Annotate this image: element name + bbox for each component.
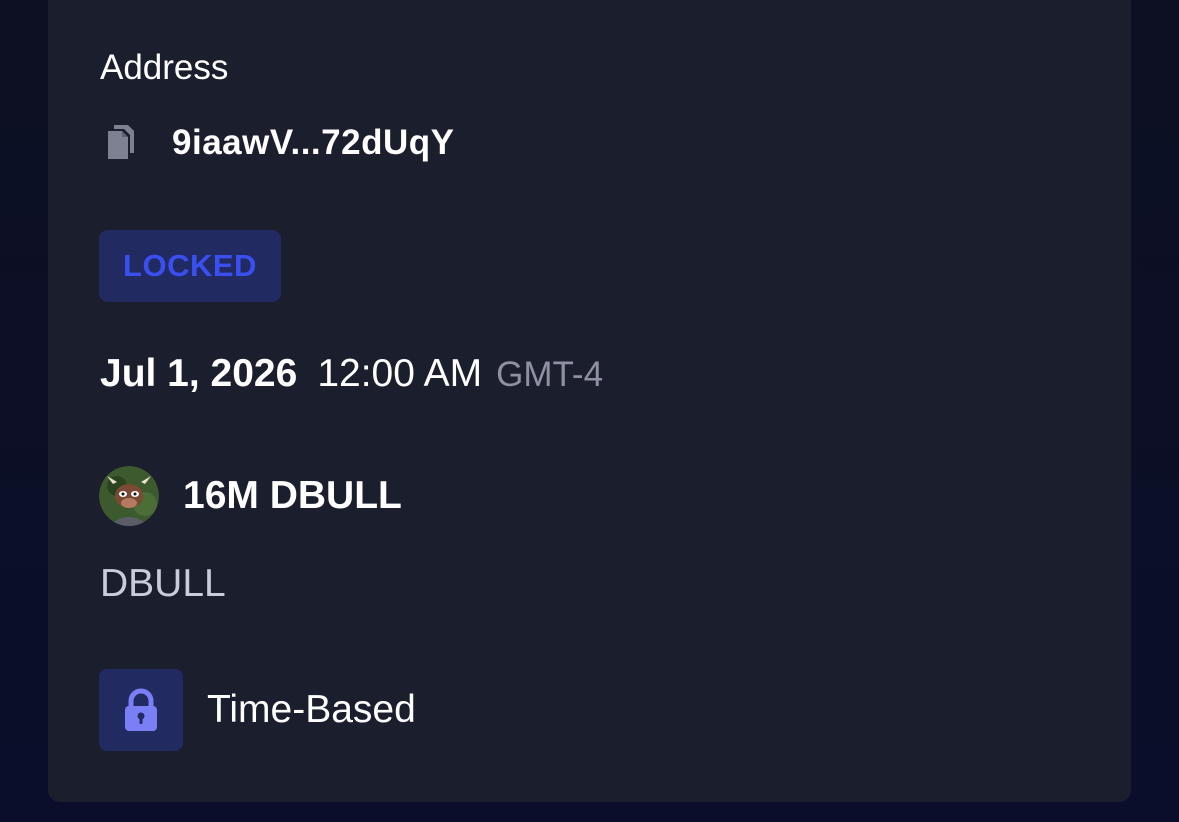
lock-type-row: Time-Based — [99, 669, 416, 751]
token-symbol: DBULL — [100, 562, 226, 605]
address-row: 9iaawV...72dUqY — [100, 120, 454, 166]
address-label: Address — [100, 48, 229, 87]
unlock-date: Jul 1, 2026 — [100, 352, 298, 395]
status-badge-label: LOCKED — [123, 248, 257, 283]
token-amount: 16M DBULL — [183, 474, 402, 517]
address-value[interactable]: 9iaawV...72dUqY — [172, 123, 454, 163]
bull-avatar-icon — [99, 466, 159, 526]
token-row: 16M DBULL — [99, 466, 402, 526]
unlock-time: 12:00 AM — [317, 352, 483, 395]
lock-icon — [99, 669, 183, 751]
unlock-datetime: Jul 1, 2026 12:00 AM GMT-4 — [100, 352, 603, 408]
status-badge: LOCKED — [99, 230, 281, 302]
copy-icon[interactable] — [100, 121, 140, 165]
lock-type-label: Time-Based — [207, 688, 416, 731]
unlock-timezone: GMT-4 — [496, 355, 604, 394]
